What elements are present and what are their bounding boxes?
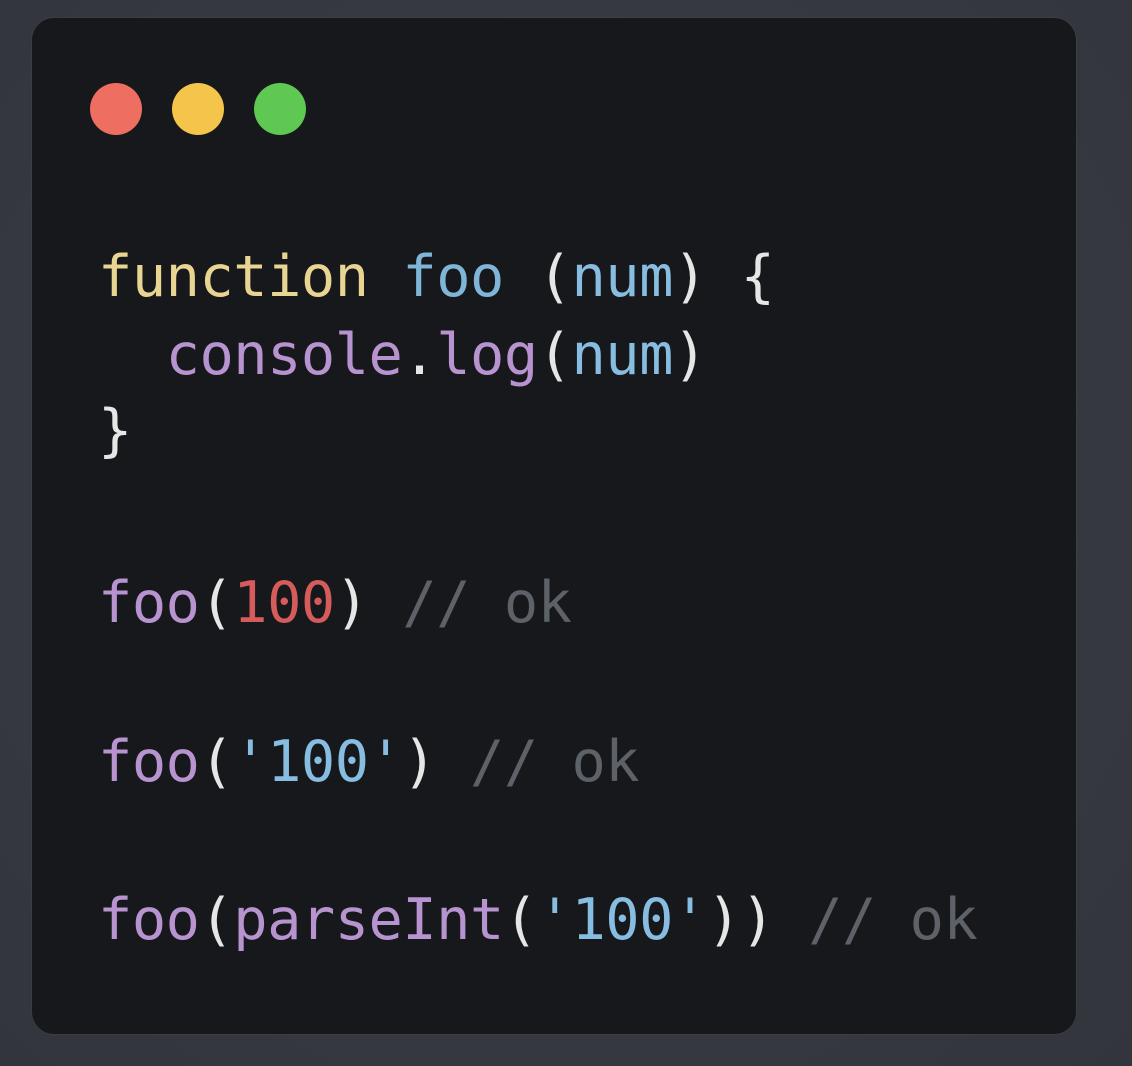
comment: // ok — [470, 729, 640, 795]
function-name: foo — [402, 244, 504, 310]
comment: // ok — [402, 570, 572, 636]
close-parens: )) — [706, 887, 775, 953]
code-line-console-log: console.log(num) — [98, 316, 708, 394]
open-paren: ( — [199, 729, 234, 795]
code-window: function foo (num) { console.log(num) } … — [32, 18, 1076, 1034]
arg-num: num — [571, 322, 673, 388]
open-paren: ( — [537, 322, 572, 388]
close-paren: ) — [672, 322, 707, 388]
open-paren: ( — [199, 887, 234, 953]
code-line-close-brace: } — [98, 392, 132, 470]
minimize-dot-icon[interactable] — [172, 83, 224, 135]
call-foo: foo — [98, 570, 200, 636]
code-line-call-string: foo('100') // ok — [98, 723, 640, 801]
keyword-function: function — [98, 244, 369, 310]
string-literal: '100' — [233, 729, 403, 795]
traffic-lights — [90, 83, 306, 135]
string-literal: '100' — [537, 887, 708, 953]
open-paren: ( — [537, 244, 572, 310]
param-name: num — [571, 244, 673, 310]
open-paren: ( — [503, 887, 538, 953]
maximize-dot-icon[interactable] — [254, 83, 306, 135]
comment: // ok — [808, 887, 978, 953]
call-foo: foo — [98, 729, 200, 795]
code-line-call-parseint: foo(parseInt('100')) // ok — [98, 881, 978, 959]
call-foo: foo — [98, 887, 200, 953]
code-line-function-declaration: function foo (num) { — [98, 238, 775, 316]
open-brace: { — [740, 244, 775, 310]
close-brace: } — [98, 398, 132, 464]
call-parseint: parseInt — [233, 887, 504, 953]
open-paren: ( — [199, 570, 234, 636]
number-literal: 100 — [233, 570, 335, 636]
close-paren: ) — [402, 729, 437, 795]
log-method: log — [436, 322, 538, 388]
console-object: console — [165, 322, 403, 388]
code-line-call-number: foo(100) // ok — [98, 564, 572, 642]
dot: . — [402, 322, 437, 388]
close-paren: ) — [334, 570, 369, 636]
close-paren: ) — [672, 244, 707, 310]
close-dot-icon[interactable] — [90, 83, 142, 135]
